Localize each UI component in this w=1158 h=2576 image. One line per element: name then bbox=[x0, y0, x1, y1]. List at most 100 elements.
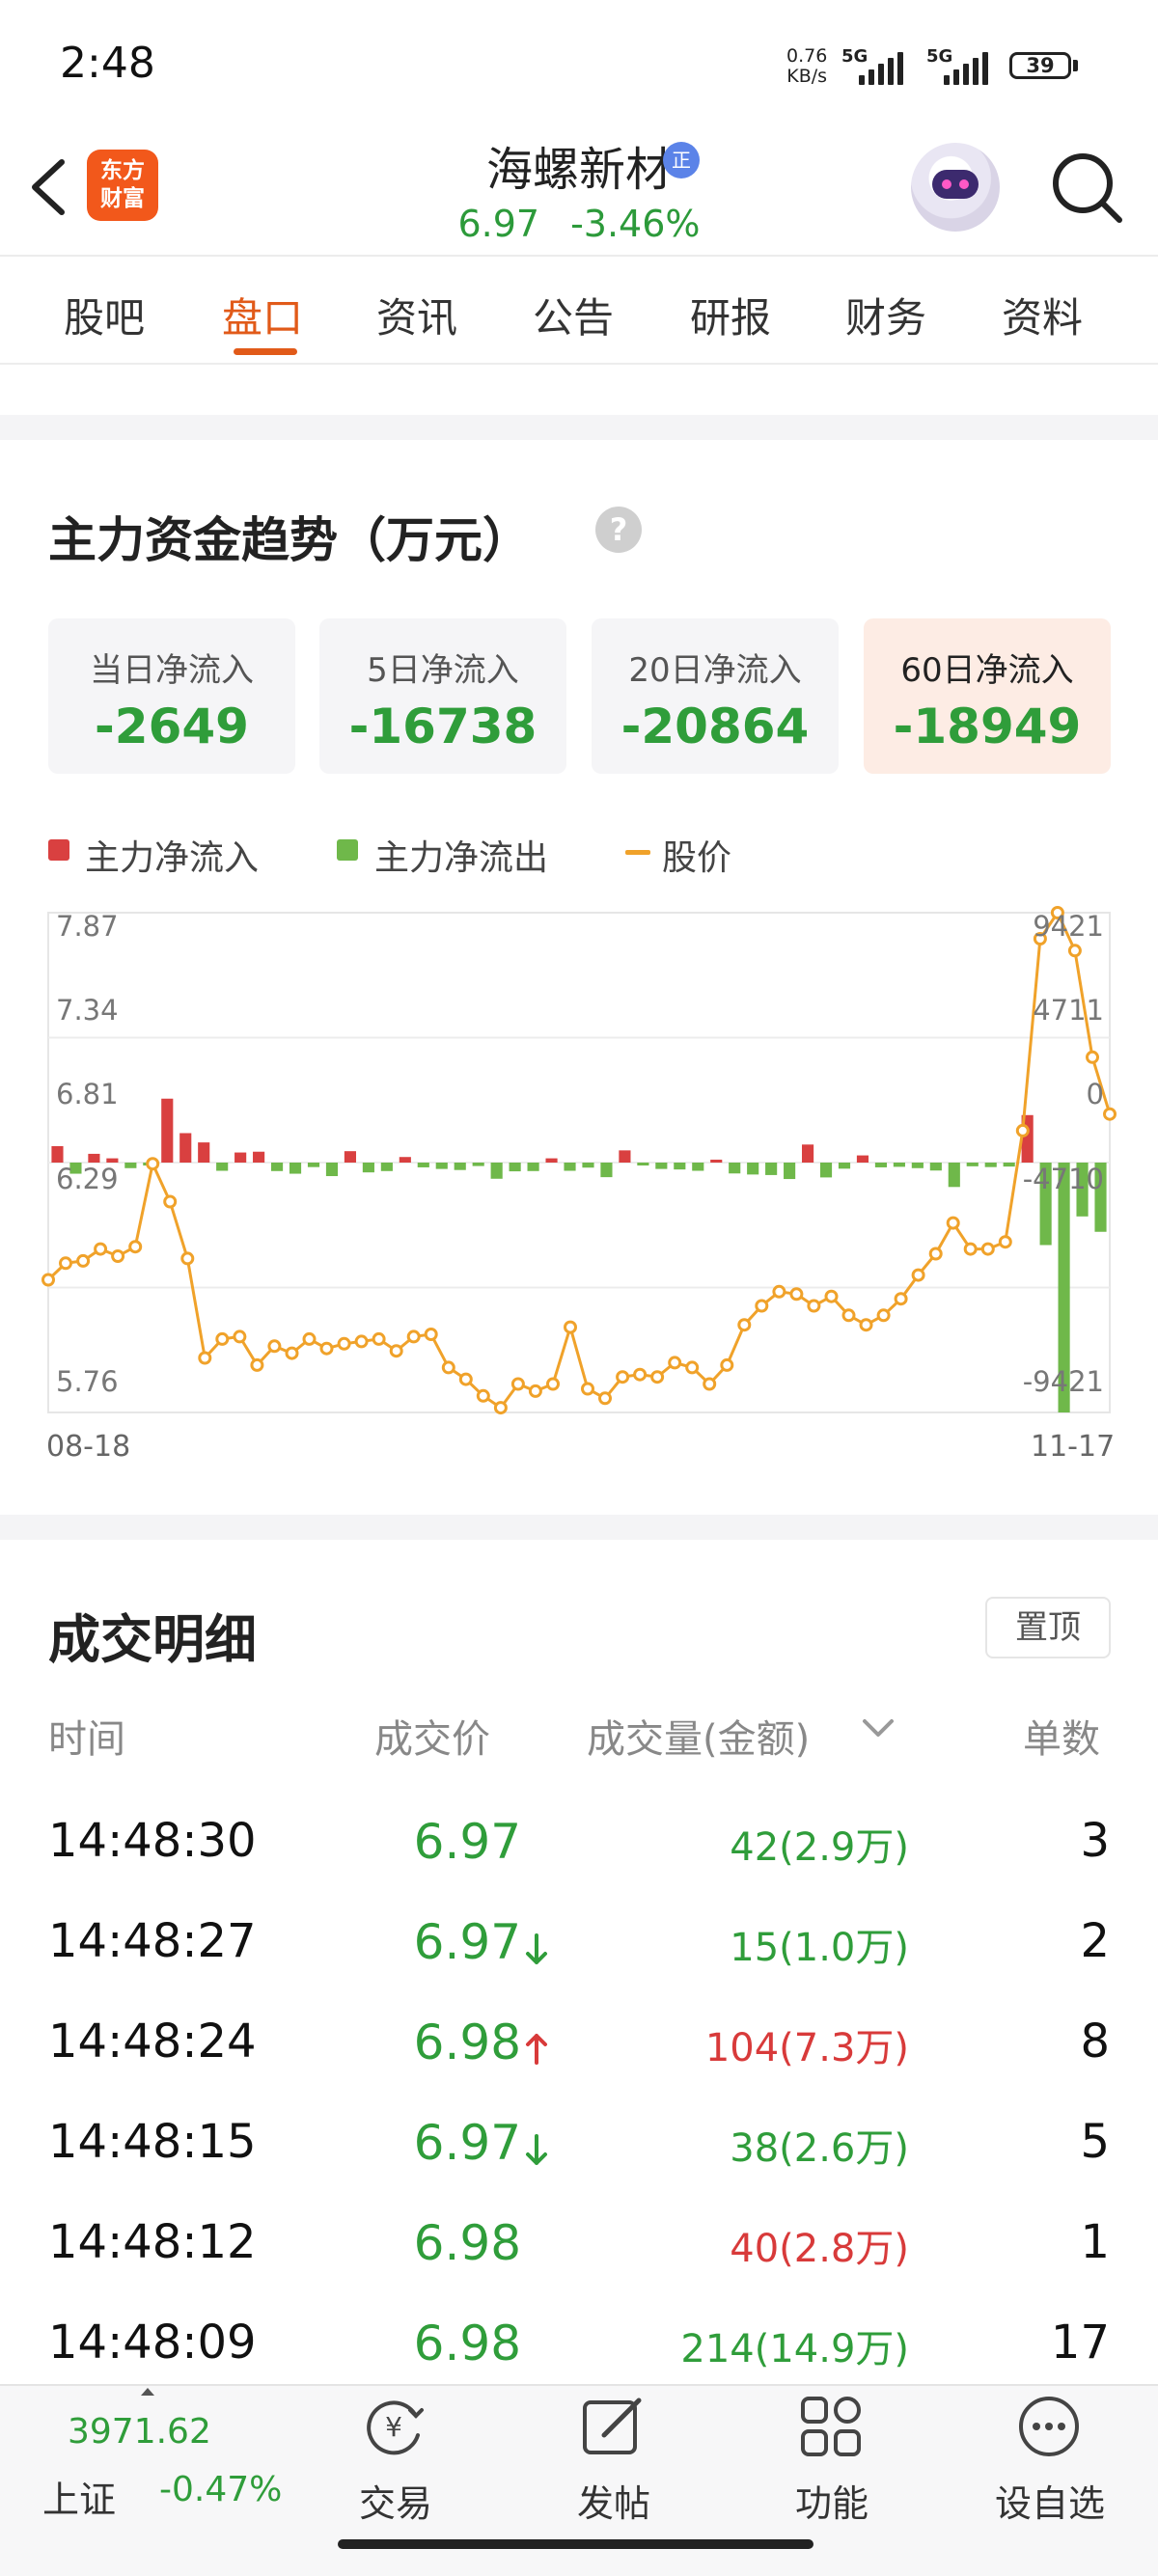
card-today-netflow[interactable]: 当日净流入 -2649 bbox=[48, 618, 295, 774]
price-point bbox=[198, 1351, 212, 1365]
deal-count: 3 bbox=[1080, 1814, 1110, 1868]
flow-bar bbox=[88, 1153, 100, 1163]
right-axis-tick: 9421 bbox=[1033, 910, 1104, 943]
deal-count: 8 bbox=[1080, 2014, 1110, 2069]
signal-2-icon: 5G bbox=[926, 46, 994, 85]
tab-announcements[interactable]: 公告 bbox=[533, 286, 614, 344]
price-point bbox=[841, 1308, 856, 1323]
flow-bar bbox=[490, 1163, 503, 1179]
help-icon[interactable]: ? bbox=[595, 507, 642, 553]
card-60day-netflow[interactable]: 60日净流入 -18949 bbox=[864, 618, 1111, 774]
deal-time: 14:48:27 bbox=[48, 1914, 257, 1968]
price-point bbox=[598, 1391, 612, 1406]
price-point bbox=[111, 1249, 125, 1263]
tab-guba[interactable]: 股吧 bbox=[64, 286, 145, 344]
price-point bbox=[581, 1382, 594, 1396]
tab-pankou[interactable]: 盘口 bbox=[222, 286, 303, 344]
card-value: -20864 bbox=[620, 699, 810, 754]
header-volume[interactable]: 成交量(金额) bbox=[587, 1708, 810, 1764]
assistant-eye-left bbox=[942, 179, 951, 189]
card-label: 当日净流入 bbox=[90, 651, 254, 690]
index-name[interactable]: 上证 bbox=[42, 2470, 116, 2523]
price-point bbox=[928, 1247, 943, 1261]
price-point bbox=[720, 1357, 734, 1372]
price-point bbox=[1103, 1107, 1117, 1121]
card-value: -2649 bbox=[95, 699, 249, 754]
fund-trend-title: 主力资金趋势（万元） bbox=[48, 512, 531, 568]
price-point bbox=[406, 1329, 421, 1344]
price-point bbox=[180, 1251, 195, 1266]
price-point bbox=[337, 1336, 351, 1351]
right-axis-tick: 4711 bbox=[1033, 994, 1104, 1027]
card-20day-netflow[interactable]: 20日净流入 -20864 bbox=[592, 618, 839, 774]
flow-bar bbox=[674, 1163, 686, 1170]
nav-watchlist-label[interactable]: 设自选 bbox=[982, 2474, 1117, 2527]
right-axis-tick: -9421 bbox=[1023, 1365, 1104, 1398]
more-dots-icon[interactable] bbox=[1015, 2393, 1083, 2460]
chart-x-start: 08-18 bbox=[46, 1430, 131, 1464]
network-speed-unit: KB/s bbox=[786, 66, 828, 87]
price-point bbox=[703, 1377, 717, 1391]
nav-functions-label[interactable]: 功能 bbox=[764, 2474, 899, 2527]
caret-up-icon[interactable] bbox=[140, 2387, 155, 2397]
flow-bar bbox=[874, 1163, 887, 1167]
price-point bbox=[946, 1216, 960, 1230]
legend-outflow-swatch bbox=[337, 839, 358, 861]
price-point bbox=[458, 1372, 473, 1386]
card-5day-netflow[interactable]: 5日净流入 -16738 bbox=[319, 618, 566, 774]
left-axis-tick: 6.81 bbox=[56, 1078, 119, 1110]
fund-flow-chart[interactable]: 7.87 7.34 6.81 6.29 5.76 9421 4711 0 -4710 -9421 bbox=[0, 897, 1158, 1418]
active-tab-indicator bbox=[234, 348, 297, 355]
nav-post-label[interactable]: 发帖 bbox=[546, 2474, 681, 2527]
trade-yen-icon[interactable]: ¥ bbox=[360, 2393, 427, 2460]
flow-bar bbox=[948, 1163, 960, 1188]
flow-bar bbox=[161, 1098, 174, 1163]
deal-volume: 15(1.0万) bbox=[730, 1926, 909, 1970]
index-value[interactable]: 3971.62 bbox=[68, 2412, 211, 2452]
card-label: 5日净流入 bbox=[367, 651, 519, 690]
search-icon[interactable] bbox=[1048, 149, 1125, 226]
chevron-down-icon[interactable] bbox=[861, 1717, 896, 1740]
price-point bbox=[94, 1242, 108, 1256]
deal-volume: 104(7.3万) bbox=[704, 2026, 909, 2070]
price-point bbox=[354, 1334, 369, 1349]
tab-finance[interactable]: 财务 bbox=[845, 286, 926, 344]
signal-2-label: 5G bbox=[926, 46, 953, 67]
grid-apps-icon[interactable] bbox=[797, 2393, 865, 2460]
flow-bar bbox=[509, 1163, 521, 1172]
price-point bbox=[546, 1377, 560, 1391]
flow-bar bbox=[966, 1163, 979, 1166]
price-point bbox=[737, 1318, 752, 1332]
deal-time: 14:48:24 bbox=[48, 2014, 257, 2069]
header-price: 成交价 bbox=[374, 1717, 490, 1762]
price-point bbox=[372, 1331, 386, 1346]
network-speed: 0.76 KB/s bbox=[786, 46, 827, 87]
tab-news[interactable]: 资讯 bbox=[376, 286, 457, 344]
price-point bbox=[807, 1299, 821, 1313]
card-label: 60日净流入 bbox=[900, 651, 1074, 690]
price-point bbox=[233, 1329, 247, 1344]
flow-bar bbox=[253, 1151, 265, 1163]
assistant-face bbox=[932, 170, 979, 199]
tab-research[interactable]: 研报 bbox=[690, 286, 771, 344]
nav-trade-label[interactable]: 交易 bbox=[328, 2474, 463, 2527]
price-point bbox=[1015, 1123, 1030, 1137]
price-point bbox=[319, 1341, 334, 1356]
deal-price: 6.97 bbox=[413, 1914, 521, 1970]
price-point bbox=[894, 1292, 908, 1306]
tab-profile[interactable]: 资料 bbox=[1002, 286, 1083, 344]
chart-x-end: 11-17 bbox=[1031, 1430, 1116, 1464]
price-point bbox=[789, 1287, 804, 1302]
current-price: 6.97 bbox=[457, 203, 540, 245]
flow-bar bbox=[747, 1163, 759, 1175]
pin-top-button[interactable]: 置顶 bbox=[985, 1597, 1111, 1658]
deal-price: 6.98 bbox=[413, 2316, 521, 2371]
flow-bar bbox=[362, 1163, 374, 1173]
index-change[interactable]: -0.47% bbox=[159, 2470, 282, 2509]
deal-price: 6.97 bbox=[413, 2115, 521, 2171]
price-point bbox=[476, 1388, 490, 1403]
edit-post-icon[interactable] bbox=[579, 2393, 647, 2460]
deal-count: 1 bbox=[1080, 2215, 1110, 2269]
flow-bar bbox=[1003, 1163, 1015, 1167]
price-point bbox=[755, 1299, 769, 1313]
